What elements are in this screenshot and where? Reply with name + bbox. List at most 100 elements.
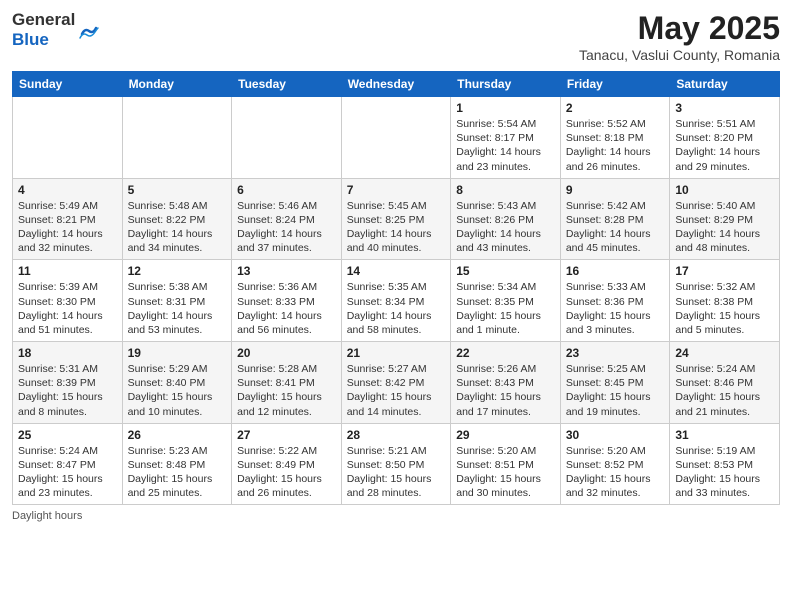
calendar-week-row: 18Sunrise: 5:31 AMSunset: 8:39 PMDayligh… (13, 342, 780, 424)
calendar-cell: 27Sunrise: 5:22 AMSunset: 8:49 PMDayligh… (232, 423, 342, 505)
calendar-cell: 5 Sunrise: 5:48 AMSunset: 8:22 PMDaylight… (122, 178, 232, 260)
calendar-week-row: 1 Sunrise: 5:54 AMSunset: 8:17 PMDaylight… (13, 97, 780, 179)
day-info: Sunrise: 5:35 AMSunset: 8:34 PMDaylight:… (347, 280, 446, 337)
calendar-cell: 31Sunrise: 5:19 AMSunset: 8:53 PMDayligh… (670, 423, 780, 505)
calendar-table: SundayMondayTuesdayWednesdayThursdayFrid… (12, 71, 780, 505)
calendar-cell: 24 Sunrise: 5:24 AMSunset: 8:46 PMDayligh… (670, 342, 780, 424)
calendar-cell: 19Sunrise: 5:29 AMSunset: 8:40 PMDayligh… (122, 342, 232, 424)
day-number: 4 (18, 183, 117, 197)
day-info: Sunrise: 5:25 AMSunset: 8:45 PMDaylight:… (566, 362, 665, 419)
calendar-cell: 16Sunrise: 5:33 AMSunset: 8:36 PMDayligh… (560, 260, 670, 342)
day-info: Sunrise: 5:33 AMSunset: 8:36 PMDaylight:… (566, 280, 665, 337)
day-number: 24 (675, 346, 774, 360)
calendar-header-tuesday: Tuesday (232, 72, 342, 97)
day-info: Sunrise: 5:49 AMSunset: 8:21 PMDaylight:… (18, 199, 117, 256)
day-number: 7 (347, 183, 446, 197)
calendar-cell: 30 Sunrise: 5:20 AMSunset: 8:52 PMDayligh… (560, 423, 670, 505)
day-number: 17 (675, 264, 774, 278)
day-number: 9 (566, 183, 665, 197)
day-number: 11 (18, 264, 117, 278)
day-number: 8 (456, 183, 555, 197)
calendar-week-row: 11 Sunrise: 5:39 AMSunset: 8:30 PMDayligh… (13, 260, 780, 342)
calendar-week-row: 4 Sunrise: 5:49 AMSunset: 8:21 PMDaylight… (13, 178, 780, 260)
calendar-cell: 12 Sunrise: 5:38 AMSunset: 8:31 PMDayligh… (122, 260, 232, 342)
day-number: 27 (237, 428, 336, 442)
calendar-cell (341, 97, 451, 179)
day-info: Sunrise: 5:42 AMSunset: 8:28 PMDaylight:… (566, 199, 665, 256)
day-number: 6 (237, 183, 336, 197)
calendar-cell: 28 Sunrise: 5:21 AMSunset: 8:50 PMDayligh… (341, 423, 451, 505)
day-info: Sunrise: 5:51 AMSunset: 8:20 PMDaylight:… (675, 117, 774, 174)
calendar-cell: 6 Sunrise: 5:46 AMSunset: 8:24 PMDaylight… (232, 178, 342, 260)
calendar-cell: 9 Sunrise: 5:42 AMSunset: 8:28 PMDaylight… (560, 178, 670, 260)
calendar-cell: 29 Sunrise: 5:20 AMSunset: 8:51 PMDayligh… (451, 423, 561, 505)
day-info: Sunrise: 5:36 AMSunset: 8:33 PMDaylight:… (237, 280, 336, 337)
day-number: 20 (237, 346, 336, 360)
calendar-header-wednesday: Wednesday (341, 72, 451, 97)
logo-general-text: General (12, 10, 75, 30)
calendar-cell: 10Sunrise: 5:40 AMSunset: 8:29 PMDayligh… (670, 178, 780, 260)
day-info: Sunrise: 5:24 AMSunset: 8:47 PMDaylight:… (18, 444, 117, 501)
header: General Blue May 2025 Tanacu, Vaslui Cou… (12, 10, 780, 63)
day-number: 5 (128, 183, 227, 197)
calendar-cell: 22Sunrise: 5:26 AMSunset: 8:43 PMDayligh… (451, 342, 561, 424)
day-info: Sunrise: 5:19 AMSunset: 8:53 PMDaylight:… (675, 444, 774, 501)
day-info: Sunrise: 5:45 AMSunset: 8:25 PMDaylight:… (347, 199, 446, 256)
day-info: Sunrise: 5:40 AMSunset: 8:29 PMDaylight:… (675, 199, 774, 256)
calendar-header-friday: Friday (560, 72, 670, 97)
day-info: Sunrise: 5:39 AMSunset: 8:30 PMDaylight:… (18, 280, 117, 337)
calendar-cell: 17 Sunrise: 5:32 AMSunset: 8:38 PMDayligh… (670, 260, 780, 342)
day-info: Sunrise: 5:43 AMSunset: 8:26 PMDaylight:… (456, 199, 555, 256)
day-number: 29 (456, 428, 555, 442)
day-info: Sunrise: 5:54 AMSunset: 8:17 PMDaylight:… (456, 117, 555, 174)
calendar-cell (122, 97, 232, 179)
day-number: 12 (128, 264, 227, 278)
page-container: General Blue May 2025 Tanacu, Vaslui Cou… (0, 0, 792, 530)
calendar-cell: 4 Sunrise: 5:49 AMSunset: 8:21 PMDaylight… (13, 178, 123, 260)
calendar-cell (13, 97, 123, 179)
day-info: Sunrise: 5:32 AMSunset: 8:38 PMDaylight:… (675, 280, 774, 337)
calendar-cell: 1 Sunrise: 5:54 AMSunset: 8:17 PMDaylight… (451, 97, 561, 179)
day-info: Sunrise: 5:23 AMSunset: 8:48 PMDaylight:… (128, 444, 227, 501)
day-number: 18 (18, 346, 117, 360)
calendar-cell: 18Sunrise: 5:31 AMSunset: 8:39 PMDayligh… (13, 342, 123, 424)
day-number: 3 (675, 101, 774, 115)
day-number: 14 (347, 264, 446, 278)
title-block: May 2025 Tanacu, Vaslui County, Romania (579, 10, 780, 63)
day-info: Sunrise: 5:52 AMSunset: 8:18 PMDaylight:… (566, 117, 665, 174)
day-info: Sunrise: 5:38 AMSunset: 8:31 PMDaylight:… (128, 280, 227, 337)
logo-blue-text: Blue (12, 30, 75, 50)
calendar-cell: 8 Sunrise: 5:43 AMSunset: 8:26 PMDaylight… (451, 178, 561, 260)
day-info: Sunrise: 5:46 AMSunset: 8:24 PMDaylight:… (237, 199, 336, 256)
day-number: 13 (237, 264, 336, 278)
day-info: Sunrise: 5:24 AMSunset: 8:46 PMDaylight:… (675, 362, 774, 419)
day-number: 30 (566, 428, 665, 442)
month-title: May 2025 (579, 10, 780, 47)
day-info: Sunrise: 5:48 AMSunset: 8:22 PMDaylight:… (128, 199, 227, 256)
calendar-cell: 20Sunrise: 5:28 AMSunset: 8:41 PMDayligh… (232, 342, 342, 424)
day-info: Sunrise: 5:34 AMSunset: 8:35 PMDaylight:… (456, 280, 555, 337)
calendar-cell: 15 Sunrise: 5:34 AMSunset: 8:35 PMDayligh… (451, 260, 561, 342)
calendar-cell: 21 Sunrise: 5:27 AMSunset: 8:42 PMDayligh… (341, 342, 451, 424)
calendar-cell: 25 Sunrise: 5:24 AMSunset: 8:47 PMDayligh… (13, 423, 123, 505)
day-number: 21 (347, 346, 446, 360)
calendar-cell: 7 Sunrise: 5:45 AMSunset: 8:25 PMDaylight… (341, 178, 451, 260)
day-number: 23 (566, 346, 665, 360)
calendar-cell: 26 Sunrise: 5:23 AMSunset: 8:48 PMDayligh… (122, 423, 232, 505)
daylight-label: Daylight hours (12, 510, 82, 522)
day-number: 25 (18, 428, 117, 442)
day-number: 15 (456, 264, 555, 278)
day-info: Sunrise: 5:20 AMSunset: 8:52 PMDaylight:… (566, 444, 665, 501)
calendar-cell: 23 Sunrise: 5:25 AMSunset: 8:45 PMDayligh… (560, 342, 670, 424)
day-info: Sunrise: 5:20 AMSunset: 8:51 PMDaylight:… (456, 444, 555, 501)
calendar-header-row: SundayMondayTuesdayWednesdayThursdayFrid… (13, 72, 780, 97)
day-number: 28 (347, 428, 446, 442)
day-number: 1 (456, 101, 555, 115)
day-info: Sunrise: 5:27 AMSunset: 8:42 PMDaylight:… (347, 362, 446, 419)
day-info: Sunrise: 5:26 AMSunset: 8:43 PMDaylight:… (456, 362, 555, 419)
day-info: Sunrise: 5:21 AMSunset: 8:50 PMDaylight:… (347, 444, 446, 501)
calendar-cell: 14 Sunrise: 5:35 AMSunset: 8:34 PMDayligh… (341, 260, 451, 342)
calendar-header-sunday: Sunday (13, 72, 123, 97)
calendar-header-thursday: Thursday (451, 72, 561, 97)
day-number: 26 (128, 428, 227, 442)
